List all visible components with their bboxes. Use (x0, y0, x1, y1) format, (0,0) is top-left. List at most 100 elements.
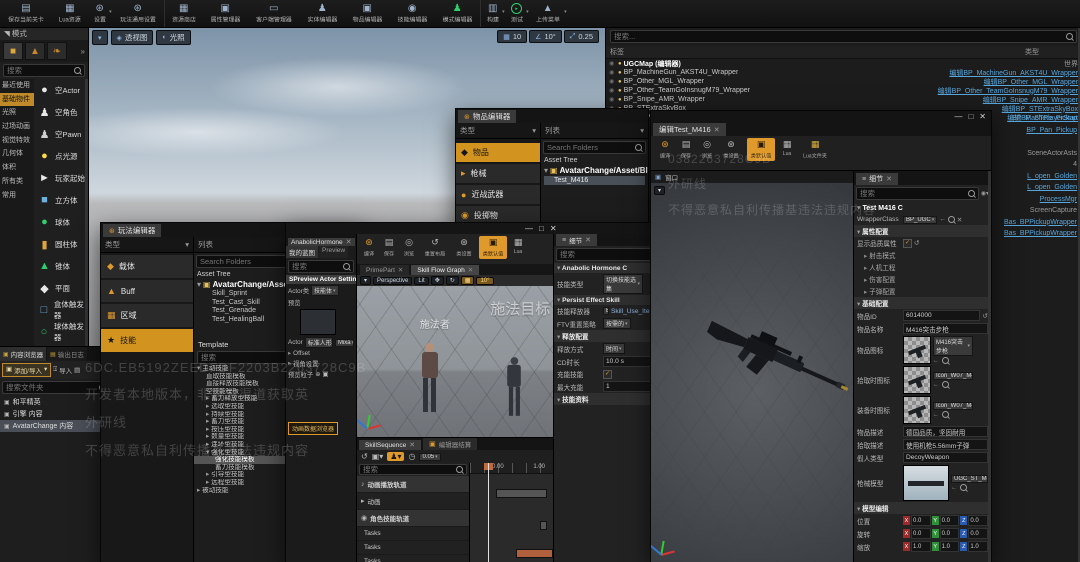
mode-category[interactable]: 视觉特效 (0, 134, 34, 148)
reset-icon[interactable]: ↺ (914, 239, 920, 247)
collapsed-group-row[interactable]: 人机工程 (854, 261, 991, 273)
toolbar-button[interactable]: ◎ 浏览 (401, 236, 417, 259)
save-all-button[interactable]: ▤ (74, 366, 80, 374)
frame-rate-dropdown[interactable]: 0.05 (419, 453, 440, 461)
caster-character[interactable] (422, 343, 438, 412)
pos-y-field[interactable]: 0.0 (940, 515, 960, 526)
mode-category[interactable]: 几何体 (0, 147, 34, 161)
actor-type-link[interactable]: L_open_Golden (1027, 184, 1077, 196)
sequencer-track[interactable]: ◉ 角色技能轨道 (357, 510, 469, 527)
editor-settlement-tab[interactable]: ▣编辑器结算 (423, 438, 477, 450)
item-editor-titlebar[interactable]: ⊛物品编辑器 (456, 109, 648, 123)
viewport-options-button[interactable]: ▾ (360, 276, 371, 285)
sequencer-track[interactable]: Tasks (357, 555, 469, 562)
item-category[interactable]: ▸ 枪械 (456, 164, 540, 183)
dummy-type-field[interactable]: DecoyWeapon (903, 452, 988, 463)
back-arrow-icon[interactable]: ← (951, 485, 957, 491)
collapsed-group-row[interactable]: 射击模式 (854, 249, 991, 261)
maximize-button[interactable]: □ (539, 224, 544, 233)
preview-actor-section[interactable]: SPreview Actor Setting (286, 275, 356, 284)
skill-sequence-tab[interactable]: SkillSequence✕ (359, 440, 421, 450)
collapsed-group-row[interactable]: 子弹配置 (854, 285, 991, 297)
angle-snap-button[interactable]: ∠10° (529, 30, 562, 43)
toolbar-button[interactable]: ▦ Lua文件夹 (799, 138, 831, 161)
rot-z-field[interactable]: 0.0 (968, 528, 988, 539)
collapsed-group-row[interactable]: 伤害配置 (854, 273, 991, 285)
pick-icon-thumbnail[interactable] (903, 366, 931, 394)
viewport-options-button[interactable]: ▾ (654, 186, 665, 195)
mode-category[interactable]: 光照 (0, 106, 34, 120)
minimize-button[interactable]: — (525, 224, 533, 233)
add-import-button[interactable]: ▣添加/导入▾ (2, 363, 51, 377)
m416-tab[interactable]: 编辑Test_M416✕ (653, 123, 726, 136)
add-icon[interactable]: ⊕ (315, 371, 320, 378)
item-category[interactable]: ◆ 物品 (456, 143, 540, 162)
folder-item[interactable]: ▣ 和平精英 (0, 396, 112, 408)
section-attr-config[interactable]: 属性配置 (854, 225, 991, 237)
toolbar-button[interactable]: ⊛ 玩法通用设置 (112, 0, 164, 27)
actor-type-link[interactable]: Bas_BPPickupWrapper (1004, 219, 1077, 231)
placeable-item[interactable]: ▲ 锥体 (34, 255, 88, 277)
actor-type-link[interactable]: SceneActorAsts (1027, 150, 1077, 162)
placeable-item[interactable]: ● 空Actor (34, 79, 88, 101)
scale-snap-button[interactable]: ⤢0.25 (564, 30, 599, 43)
m416-rifle-model[interactable] (695, 321, 853, 401)
perspective-button[interactable]: ◈透视图 (111, 30, 154, 45)
visibility-eye-icon[interactable]: ◉ (609, 60, 618, 67)
actor-type-link[interactable]: BP_Pan_Pickup (1026, 127, 1077, 139)
landscape-mode-button[interactable]: ▲ (25, 42, 45, 60)
folder-item[interactable]: ▣ AvatarChange 内容 (0, 420, 112, 432)
scale-y-field[interactable]: 1.0 (940, 541, 960, 552)
foliage-mode-button[interactable]: ❧ (47, 42, 67, 60)
m416-window-titlebar[interactable]: — □ ✕ (651, 111, 991, 122)
toolbar-button[interactable]: ▣ 类默认值 (747, 138, 775, 161)
actor-type-link[interactable]: ProcessMgr (1040, 196, 1077, 208)
quality-checkbox[interactable]: ✓ (903, 239, 912, 248)
releaser-ref[interactable]: Skill_Use_Item (611, 308, 654, 315)
folder-item[interactable]: ▣ 引擎 内容 (0, 408, 112, 420)
close-button[interactable]: ✕ (979, 112, 986, 121)
sequencer-track[interactable]: ♪ 动画播放轨道 (357, 476, 469, 493)
placeable-item[interactable]: ▮ 圆柱体 (34, 233, 88, 255)
rot-y-field[interactable]: 0.0 (940, 528, 960, 539)
mode-category[interactable]: 体积 (0, 161, 34, 175)
charge-checkbox[interactable]: ✓ (603, 370, 612, 379)
actor-class-dropdown[interactable]: 技能体 (311, 285, 339, 296)
max-charge-field[interactable]: 1 (603, 381, 651, 392)
rotate-tool-button[interactable]: ↻ (446, 276, 459, 285)
actor-type-link[interactable]: ScreenCapture (1030, 207, 1077, 219)
mode-category[interactable]: 过场动画 (0, 120, 34, 134)
expand-arrow-icon[interactable]: ▾ (544, 166, 548, 175)
gameplay-category[interactable]: ▲ Buff (101, 280, 193, 302)
section-skill-data[interactable]: 技能资料 (554, 393, 654, 405)
placeable-item[interactable]: ► 玩家起始 (34, 167, 88, 189)
modes-scrollbar[interactable] (85, 79, 88, 346)
item-icon-dropdown[interactable]: M416突击步枪 (933, 336, 973, 356)
grid-snap-button[interactable]: ▦10 (497, 30, 527, 43)
browse-icon[interactable] (942, 381, 949, 388)
weapon-viewport[interactable]: ▾ (651, 183, 853, 562)
tab-content-browser[interactable]: ▣内容浏览器 (0, 347, 46, 361)
skill-type-dropdown[interactable]: 切换技能选集 (603, 274, 643, 294)
toolbar-button[interactable]: ♟ 模式编辑器 (435, 0, 480, 27)
close-icon[interactable]: ✕ (409, 441, 415, 449)
actor-type-link[interactable]: Bas_BPPickupWrapper (1004, 230, 1077, 242)
gameplay-category[interactable]: ▦ 区域 (101, 304, 193, 327)
clear-icon[interactable]: ✕ (957, 216, 963, 224)
translate-tool-button[interactable]: ✥ (431, 276, 444, 285)
gun-model-dropdown[interactable]: UGC_ST_M4 (951, 475, 988, 483)
lit-button[interactable]: ◐光照 (156, 30, 190, 45)
back-arrow-icon[interactable]: ← (933, 382, 939, 388)
grid-icon[interactable]: ▣ (322, 371, 328, 378)
equip-icon-thumbnail[interactable] (903, 396, 931, 424)
skill-window-titlebar[interactable]: — □ ✕ (286, 223, 654, 234)
collapse-icon[interactable]: ◥ (4, 29, 12, 38)
mode-category[interactable]: 最近使用 (0, 79, 34, 93)
sequencer-track[interactable]: Tasks (357, 527, 469, 541)
scale-x-field[interactable]: 1.0 (911, 541, 931, 552)
import-button[interactable]: ⍐导入 (53, 365, 72, 375)
close-icon[interactable]: ✕ (585, 236, 591, 244)
browse-icon[interactable] (942, 357, 949, 364)
toolbar-button[interactable]: ◎ 浏览 (699, 138, 715, 161)
pick-desc-field[interactable]: 使用机枪5.56mm子弹 (903, 439, 988, 450)
